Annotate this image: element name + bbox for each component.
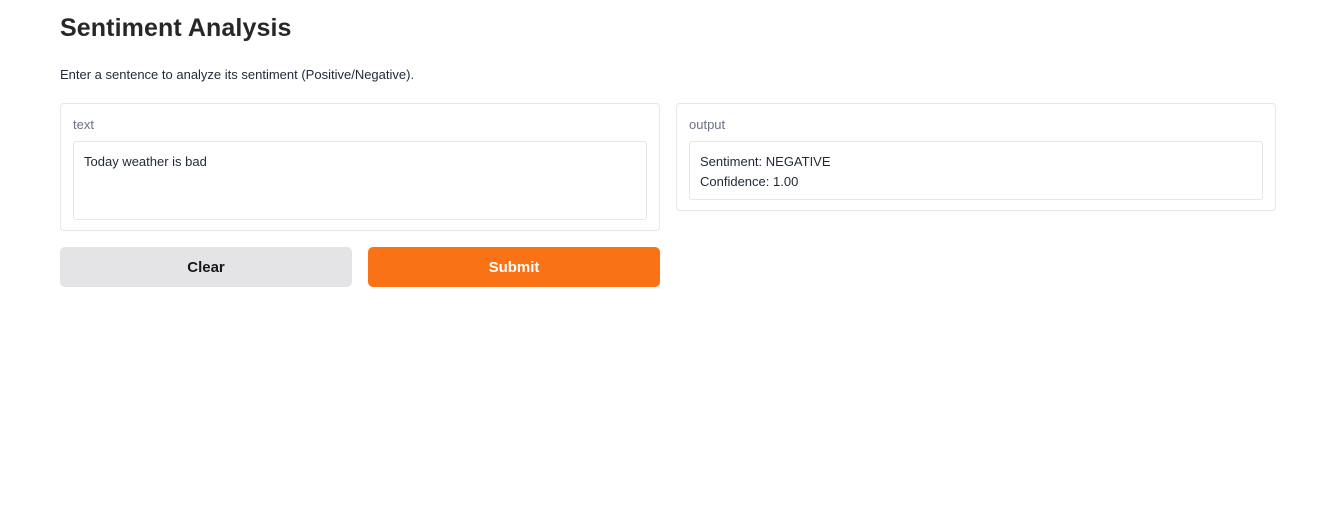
submit-button[interactable]: Submit bbox=[368, 247, 660, 287]
output-panel: output Sentiment: NEGATIVE Confidence: 1… bbox=[676, 103, 1276, 211]
output-confidence-line: Confidence: 1.00 bbox=[700, 174, 799, 189]
page-title: Sentiment Analysis bbox=[60, 14, 292, 42]
input-label: text bbox=[73, 117, 94, 132]
output-sentiment-line: Sentiment: NEGATIVE bbox=[700, 154, 831, 169]
clear-button[interactable]: Clear bbox=[60, 247, 352, 287]
text-input[interactable]: Today weather is bad bbox=[73, 141, 647, 220]
page-description: Enter a sentence to analyze its sentimen… bbox=[60, 67, 415, 82]
output-box: Sentiment: NEGATIVE Confidence: 1.00 bbox=[689, 141, 1263, 200]
output-label: output bbox=[689, 117, 726, 132]
app-page: Sentiment Analysis Enter a sentence to a… bbox=[0, 0, 1336, 521]
input-panel: text Today weather is bad bbox=[60, 103, 660, 231]
